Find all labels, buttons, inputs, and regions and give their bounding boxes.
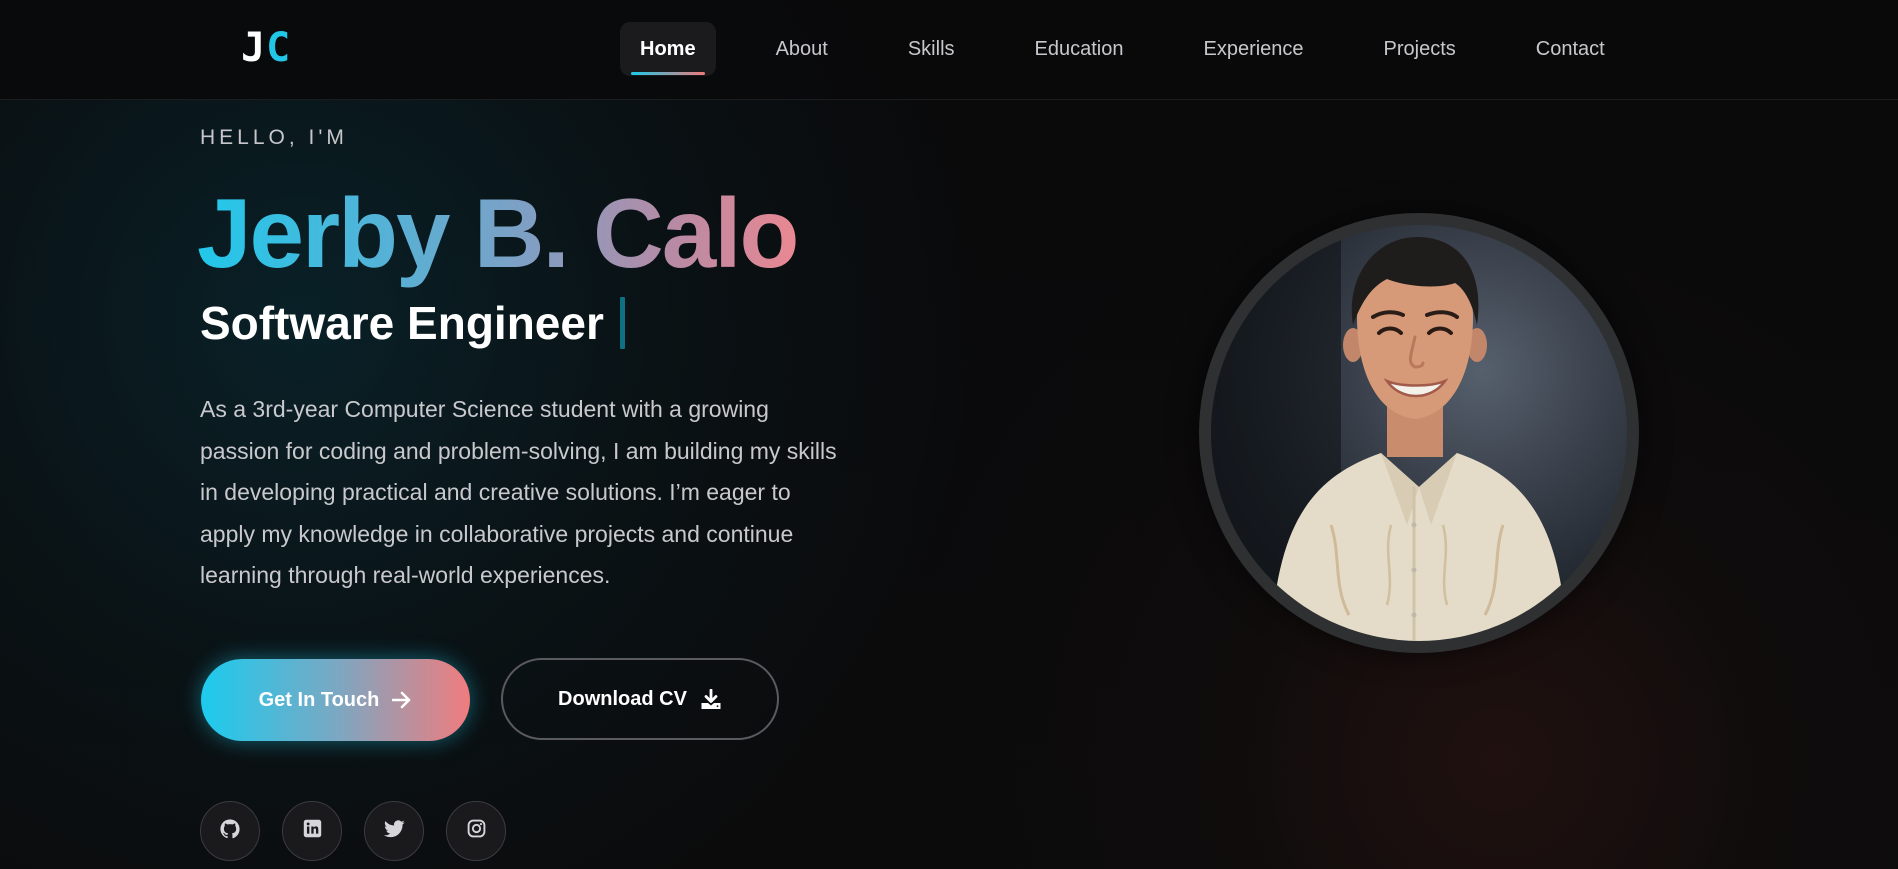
nav-item-contact[interactable]: Contact <box>1516 22 1625 76</box>
typing-cursor <box>619 297 625 349</box>
twitter-icon <box>383 819 405 843</box>
profile-photo-frame <box>1199 213 1639 653</box>
nav-item-projects[interactable]: Projects <box>1364 22 1476 76</box>
hero-role: Software Engineer <box>200 293 625 353</box>
arrow-right-icon <box>392 691 412 709</box>
linkedin-icon <box>303 819 322 843</box>
profile-photo <box>1211 225 1627 641</box>
navbar: JC Home About Skills Education Experienc… <box>0 0 1898 100</box>
logo-letter-first: J <box>241 25 267 71</box>
linkedin-link[interactable] <box>282 801 342 861</box>
nav-links: Home About Skills Education Experience P… <box>620 22 1625 76</box>
nav-item-about[interactable]: About <box>756 22 848 76</box>
download-cv-label: Download CV <box>558 687 687 710</box>
github-link[interactable] <box>200 801 260 861</box>
portfolio-page: JC Home About Skills Education Experienc… <box>0 0 1898 869</box>
hero-role-text: Software Engineer <box>200 297 604 349</box>
instagram-icon <box>467 819 486 843</box>
logo-letter-second: C <box>266 25 292 71</box>
hero-name: Jerby B. Calo <box>197 168 799 298</box>
instagram-link[interactable] <box>446 801 506 861</box>
download-icon <box>700 688 722 710</box>
get-in-touch-button[interactable]: Get In Touch <box>201 659 470 741</box>
social-links <box>200 801 528 861</box>
hero-description: As a 3rd-year Computer Science student w… <box>200 396 837 588</box>
get-in-touch-label: Get In Touch <box>258 688 380 711</box>
twitter-link[interactable] <box>364 801 424 861</box>
logo[interactable]: JC <box>241 24 291 72</box>
nav-item-experience[interactable]: Experience <box>1183 22 1323 76</box>
nav-item-home[interactable]: Home <box>620 22 716 76</box>
download-cv-button[interactable]: Download CV <box>501 658 779 740</box>
nav-item-education[interactable]: Education <box>1015 22 1144 76</box>
github-icon <box>220 818 240 844</box>
hero-greeting: HELLO, I'M <box>200 126 348 149</box>
nav-item-skills[interactable]: Skills <box>888 22 975 76</box>
